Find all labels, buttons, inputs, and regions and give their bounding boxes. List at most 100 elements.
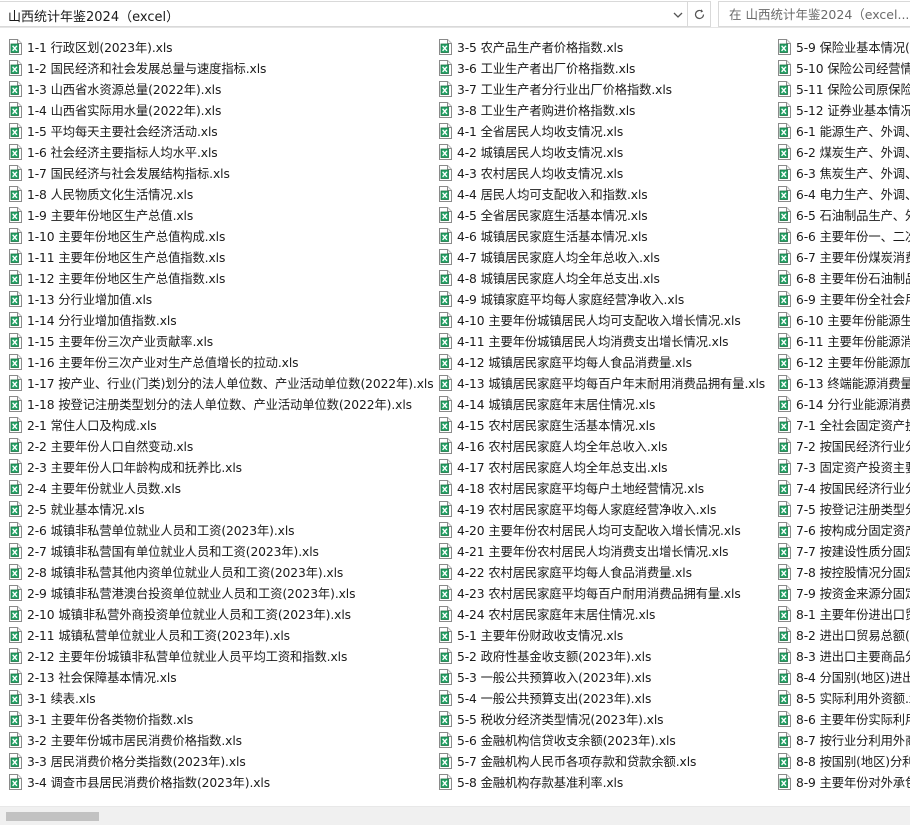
- file-item[interactable]: 4-24 农村居民家庭年末居住情况.xls: [438, 603, 655, 624]
- file-item[interactable]: 1-10 主要年份地区生产总值构成.xls: [8, 225, 225, 246]
- file-item[interactable]: 1-17 按产业、行业(门类)划分的法人单位数、产业活动单位数(2022年).x…: [8, 372, 434, 393]
- file-item[interactable]: 3-5 农产品生产者价格指数.xls: [438, 36, 623, 57]
- file-item[interactable]: 6-12 主要年份能源加: [777, 351, 910, 372]
- file-item[interactable]: 8-4 分国别(地区)进出: [777, 666, 910, 687]
- file-item[interactable]: 6-13 终端能源消费量: [777, 372, 910, 393]
- file-item[interactable]: 1-18 按登记注册类型划分的法人单位数、产业活动单位数(2022年).xls: [8, 393, 412, 414]
- file-item[interactable]: 8-5 实际利用外资额.x: [777, 687, 910, 708]
- file-item[interactable]: 2-12 主要年份城镇非私营单位就业人员平均工资和指数.xls: [8, 645, 347, 666]
- file-item[interactable]: 3-1 续表.xls: [8, 687, 96, 708]
- file-item[interactable]: 1-13 分行业增加值.xls: [8, 288, 152, 309]
- chevron-down-icon[interactable]: [671, 8, 685, 22]
- file-item[interactable]: 1-6 社会经济主要指标人均水平.xls: [8, 141, 218, 162]
- file-item[interactable]: 6-10 主要年份能源生: [777, 309, 910, 330]
- file-item[interactable]: 2-5 就业基本情况.xls: [8, 498, 144, 519]
- file-item[interactable]: 3-8 工业生产者购进价格指数.xls: [438, 99, 635, 120]
- file-item[interactable]: 4-7 城镇居民家庭人均全年总收入.xls: [438, 246, 660, 267]
- horizontal-scrollbar[interactable]: [0, 806, 910, 825]
- file-item[interactable]: 5-12 证券业基本情况: [777, 99, 910, 120]
- file-item[interactable]: 7-6 按构成分固定资产: [777, 519, 910, 540]
- file-item[interactable]: 4-6 城镇居民家庭生活基本情况.xls: [438, 225, 648, 246]
- search-box[interactable]: [718, 1, 910, 27]
- file-item[interactable]: 6-2 煤炭生产、外调、: [777, 141, 910, 162]
- file-item[interactable]: 8-9 主要年份对外承包: [777, 771, 910, 792]
- file-item[interactable]: 8-6 主要年份实际利用: [777, 708, 910, 729]
- address-path-text[interactable]: 山西统计年鉴2024（excel）: [8, 6, 179, 25]
- file-item[interactable]: 6-8 主要年份石油制品: [777, 267, 910, 288]
- file-item[interactable]: 5-11 保险公司原保险: [777, 78, 910, 99]
- file-item[interactable]: 4-9 城镇家庭平均每人家庭经营净收入.xls: [438, 288, 684, 309]
- file-item[interactable]: 1-11 主要年份地区生产总值指数.xls: [8, 246, 225, 267]
- file-item[interactable]: 8-3 进出口主要商品分: [777, 645, 910, 666]
- search-input[interactable]: [729, 4, 909, 24]
- file-item[interactable]: 7-2 按国民经济行业分: [777, 435, 910, 456]
- file-item[interactable]: 6-9 主要年份全社会用: [777, 288, 910, 309]
- file-item[interactable]: 2-4 主要年份就业人员数.xls: [8, 477, 181, 498]
- file-item[interactable]: 6-7 主要年份煤炭消费: [777, 246, 910, 267]
- file-item[interactable]: 1-12 主要年份地区生产总值指数.xls: [8, 267, 225, 288]
- file-item[interactable]: 4-22 农村居民家庭平均每人食品消费量.xls: [438, 561, 692, 582]
- file-item[interactable]: 5-6 金融机构信贷收支余额(2023年).xls: [438, 729, 676, 750]
- file-item[interactable]: 5-8 金融机构存款基准利率.xls: [438, 771, 623, 792]
- file-item[interactable]: 4-11 主要年份城镇居民人均消费支出增长情况.xls: [438, 330, 729, 351]
- file-item[interactable]: 4-21 主要年份农村居民人均消费支出增长情况.xls: [438, 540, 729, 561]
- file-item[interactable]: 4-1 全省居民人均收支情况.xls: [438, 120, 623, 141]
- address-path-box[interactable]: 山西统计年鉴2024（excel）: [0, 1, 688, 27]
- file-item[interactable]: 1-3 山西省水资源总量(2022年).xls: [8, 78, 221, 99]
- file-item[interactable]: 3-2 主要年份城市居民消费价格指数.xls: [8, 729, 242, 750]
- file-item[interactable]: 4-23 农村居民家庭平均每百户耐用消费品拥有量.xls: [438, 582, 741, 603]
- file-item[interactable]: 5-1 主要年份财政收支情况.xls: [438, 624, 623, 645]
- file-item[interactable]: 7-3 固定资产投资主要: [777, 456, 910, 477]
- file-item[interactable]: 4-10 主要年份城镇居民人均可支配收入增长情况.xls: [438, 309, 741, 330]
- file-item[interactable]: 6-5 石油制品生产、外: [777, 204, 910, 225]
- file-item[interactable]: 7-1 全社会固定资产投: [777, 414, 910, 435]
- file-item[interactable]: 4-3 农村居民人均收支情况.xls: [438, 162, 623, 183]
- file-item[interactable]: 4-12 城镇居民家庭平均每人食品消费量.xls: [438, 351, 692, 372]
- file-item[interactable]: 7-4 按国民经济行业分: [777, 477, 910, 498]
- file-item[interactable]: 6-6 主要年份一、二次: [777, 225, 910, 246]
- file-item[interactable]: 5-10 保险公司经营情: [777, 57, 910, 78]
- file-item[interactable]: 2-3 主要年份人口年龄构成和抚养比.xls: [8, 456, 242, 477]
- file-item[interactable]: 4-15 农村居民家庭生活基本情况.xls: [438, 414, 655, 435]
- file-item[interactable]: 1-9 主要年份地区生产总值.xls: [8, 204, 193, 225]
- file-item[interactable]: 5-3 一般公共预算收入(2023年).xls: [438, 666, 651, 687]
- file-item[interactable]: 3-1 主要年份各类物价指数.xls: [8, 708, 193, 729]
- file-item[interactable]: 1-15 主要年份三次产业贡献率.xls: [8, 330, 213, 351]
- file-item[interactable]: 5-7 金融机构人民币各项存款和贷款余额.xls: [438, 750, 696, 771]
- file-item[interactable]: 8-7 按行业分利用外商: [777, 729, 910, 750]
- file-item[interactable]: 3-4 调查市县居民消费价格指数(2023年).xls: [8, 771, 270, 792]
- file-item[interactable]: 6-1 能源生产、外调、: [777, 120, 910, 141]
- file-item[interactable]: 4-18 农村居民家庭平均每户土地经营情况.xls: [438, 477, 704, 498]
- file-item[interactable]: 5-5 税收分经济类型情况(2023年).xls: [438, 708, 664, 729]
- file-item[interactable]: 4-17 农村居民家庭人均全年总支出.xls: [438, 456, 668, 477]
- file-item[interactable]: 4-20 主要年份农村居民人均可支配收入增长情况.xls: [438, 519, 741, 540]
- file-item[interactable]: 4-13 城镇居民家庭平均每百户年末耐用消费品拥有量.xls: [438, 372, 765, 393]
- file-item[interactable]: 6-11 主要年份能源消: [777, 330, 910, 351]
- file-item[interactable]: 4-8 城镇居民家庭人均全年总支出.xls: [438, 267, 660, 288]
- file-item[interactable]: 4-19 农村居民家庭平均每人家庭经营净收入.xls: [438, 498, 716, 519]
- file-item[interactable]: 3-6 工业生产者出厂价格指数.xls: [438, 57, 635, 78]
- file-item[interactable]: 2-8 城镇非私营其他内资单位就业人员和工资(2023年).xls: [8, 561, 343, 582]
- file-item[interactable]: 5-2 政府性基金收支额(2023年).xls: [438, 645, 651, 666]
- file-item[interactable]: 2-1 常住人口及构成.xls: [8, 414, 157, 435]
- file-item[interactable]: 4-2 城镇居民人均收支情况.xls: [438, 141, 623, 162]
- file-item[interactable]: 6-14 分行业能源消费: [777, 393, 910, 414]
- file-item[interactable]: 4-16 农村居民家庭人均全年总收入.xls: [438, 435, 668, 456]
- file-item[interactable]: 1-7 国民经济与社会发展结构指标.xls: [8, 162, 230, 183]
- file-item[interactable]: 1-1 行政区划(2023年).xls: [8, 36, 173, 57]
- file-item[interactable]: 2-9 城镇非私营港澳台投资单位就业人员和工资(2023年).xls: [8, 582, 356, 603]
- file-item[interactable]: 3-7 工业生产者分行业出厂价格指数.xls: [438, 78, 672, 99]
- file-item[interactable]: 2-2 主要年份人口自然变动.xls: [8, 435, 193, 456]
- file-item[interactable]: 1-5 平均每天主要社会经济活动.xls: [8, 120, 218, 141]
- file-item[interactable]: 7-7 按建设性质分固定: [777, 540, 910, 561]
- file-item[interactable]: 7-9 按资金来源分固定: [777, 582, 910, 603]
- file-item[interactable]: 4-5 全省居民家庭生活基本情况.xls: [438, 204, 648, 225]
- file-item[interactable]: 8-8 按国别(地区)分利: [777, 750, 910, 771]
- file-item[interactable]: 5-9 保险业基本情况(2: [777, 36, 910, 57]
- file-item[interactable]: 7-5 按登记注册类型分: [777, 498, 910, 519]
- file-item[interactable]: 5-4 一般公共预算支出(2023年).xls: [438, 687, 651, 708]
- file-item[interactable]: 8-2 进出口贸易总额(2: [777, 624, 910, 645]
- file-item[interactable]: 4-14 城镇居民家庭年末居住情况.xls: [438, 393, 655, 414]
- scrollbar-thumb[interactable]: [6, 812, 99, 821]
- refresh-button[interactable]: [688, 1, 711, 27]
